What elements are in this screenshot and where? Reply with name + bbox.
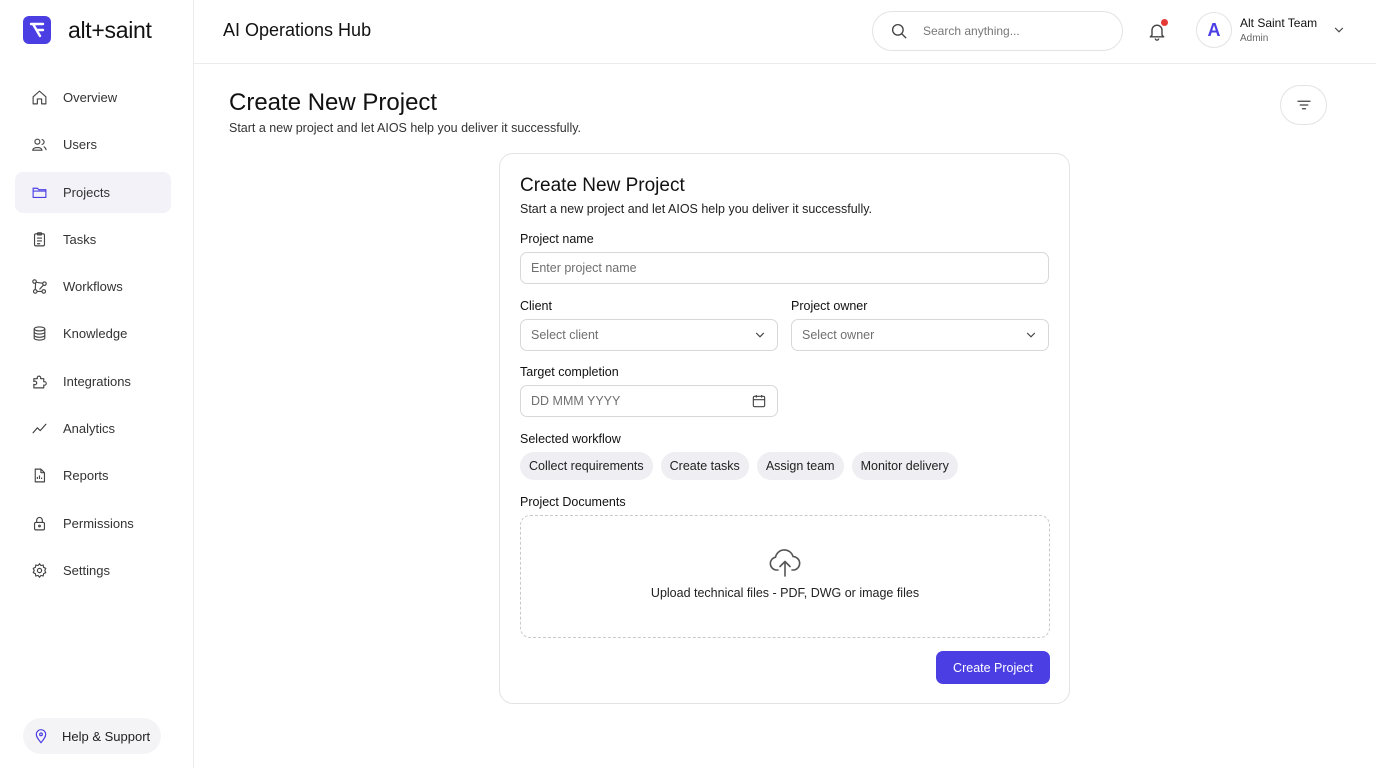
sidebar-item-label: Permissions xyxy=(63,515,134,531)
workflow-icon xyxy=(32,279,47,294)
search-bar[interactable] xyxy=(872,11,1123,51)
target-completion-label: Target completion xyxy=(520,365,619,379)
sidebar-item-label: Tasks xyxy=(63,231,97,247)
filter-icon xyxy=(1296,100,1311,110)
project-owner-select[interactable]: Select owner xyxy=(791,319,1049,351)
top-header: AI Operations Hub A Alt Saint Team Admin xyxy=(194,0,1376,64)
workflow-chip[interactable]: Monitor delivery xyxy=(851,452,958,480)
database-icon xyxy=(33,326,46,342)
sidebar-item-reports[interactable]: Reports xyxy=(15,455,171,496)
avatar: A xyxy=(1196,12,1232,48)
sidebar-nav: Overview Users Projects Tasks Workflows … xyxy=(15,77,171,597)
sidebar-item-label: Overview xyxy=(63,90,118,105)
sidebar-item-integrations[interactable]: Integrations xyxy=(15,361,171,402)
target-completion-field[interactable] xyxy=(520,385,778,417)
help-support-button[interactable]: Help & Support xyxy=(23,718,161,754)
sidebar-item-permissions[interactable]: Permissions xyxy=(15,503,171,544)
sidebar-item-label: Reports xyxy=(63,468,109,484)
lock-icon xyxy=(33,516,46,531)
sidebar-item-label: Settings xyxy=(63,562,110,578)
project-documents-label: Project Documents xyxy=(520,495,626,509)
help-support-label: Help & Support xyxy=(62,728,151,744)
folder-icon xyxy=(32,187,47,198)
search-icon xyxy=(891,23,907,39)
user-name: Alt Saint Team xyxy=(1240,16,1318,30)
logo-text: alt+saint xyxy=(68,16,152,43)
user-menu[interactable]: A Alt Saint Team Admin xyxy=(1196,12,1346,48)
sidebar-item-label: Users xyxy=(63,137,97,153)
target-date-input[interactable] xyxy=(531,394,751,408)
workflow-chip[interactable]: Collect requirements xyxy=(520,452,653,480)
calendar-icon[interactable] xyxy=(751,393,767,409)
selected-workflow-label: Selected workflow xyxy=(520,432,621,446)
search-input[interactable] xyxy=(923,24,1103,38)
client-label: Client xyxy=(520,299,552,313)
workflow-chip[interactable]: Create tasks xyxy=(660,452,749,480)
form-title: Create New Project xyxy=(520,175,685,196)
page-title: Create New Project xyxy=(229,89,438,116)
user-info: Alt Saint Team Admin xyxy=(1240,16,1317,44)
client-select-value: Select client xyxy=(531,328,599,342)
client-select[interactable]: Select client xyxy=(520,319,778,351)
users-icon xyxy=(32,138,47,152)
project-name-field[interactable] xyxy=(520,252,1049,284)
sidebar-item-workflows[interactable]: Workflows xyxy=(15,266,171,307)
cloud-upload-icon xyxy=(769,549,801,577)
page-subtitle: Start a new project and let AIOS help yo… xyxy=(229,121,582,135)
chevron-down-icon xyxy=(755,332,765,338)
sidebar-item-analytics[interactable]: Analytics xyxy=(15,408,171,449)
clipboard-icon xyxy=(33,232,46,247)
gear-icon xyxy=(32,562,47,579)
file-upload-dropzone[interactable]: Upload technical files - PDF, DWG or ima… xyxy=(520,515,1050,638)
sidebar-item-settings[interactable]: Settings xyxy=(15,550,171,591)
sidebar-item-label: Analytics xyxy=(63,421,116,437)
workflow-chip[interactable]: Assign team xyxy=(756,452,844,480)
chevron-down-icon xyxy=(1335,27,1344,33)
sidebar-item-knowledge[interactable]: Knowledge xyxy=(15,313,171,354)
chevron-down-icon xyxy=(1026,332,1036,338)
owner-select-value: Select owner xyxy=(802,328,875,342)
app-title: AI Operations Hub xyxy=(223,20,372,40)
sidebar-item-label: Workflows xyxy=(63,279,123,295)
logo-mark-icon xyxy=(23,16,51,44)
home-icon xyxy=(32,90,47,105)
sidebar-item-tasks[interactable]: Tasks xyxy=(15,219,171,260)
sidebar: alt+saint Overview Users Projects Tasks … xyxy=(0,0,194,768)
upload-instructions: Upload technical files - PDF, DWG or ima… xyxy=(650,586,920,600)
sidebar-item-projects[interactable]: Projects xyxy=(15,171,171,213)
sidebar-item-label: Projects xyxy=(63,184,110,200)
notifications-button[interactable] xyxy=(1147,19,1169,41)
create-project-button[interactable]: Create Project xyxy=(936,651,1050,684)
sidebar-item-label: Integrations xyxy=(63,373,131,389)
help-pin-icon xyxy=(35,729,47,744)
project-owner-label: Project owner xyxy=(791,299,868,313)
sidebar-item-overview[interactable]: Overview xyxy=(15,77,171,118)
report-icon xyxy=(34,468,46,483)
brand-logo[interactable]: alt+saint xyxy=(23,16,152,44)
filter-button[interactable] xyxy=(1280,85,1327,125)
project-name-input[interactable] xyxy=(531,261,1048,275)
form-subtitle: Start a new project and let AIOS help yo… xyxy=(520,202,873,216)
notification-dot xyxy=(1161,19,1168,26)
workflow-chips: Collect requirements Create tasks Assign… xyxy=(520,452,966,480)
sidebar-item-users[interactable]: Users xyxy=(15,124,171,165)
create-project-card: Create New Project Start a new project a… xyxy=(499,153,1070,704)
puzzle-icon xyxy=(33,375,47,389)
project-name-label: Project name xyxy=(520,232,594,246)
sidebar-item-label: Knowledge xyxy=(63,326,128,342)
trend-line-icon xyxy=(32,423,47,434)
user-role: Admin xyxy=(1240,33,1269,44)
